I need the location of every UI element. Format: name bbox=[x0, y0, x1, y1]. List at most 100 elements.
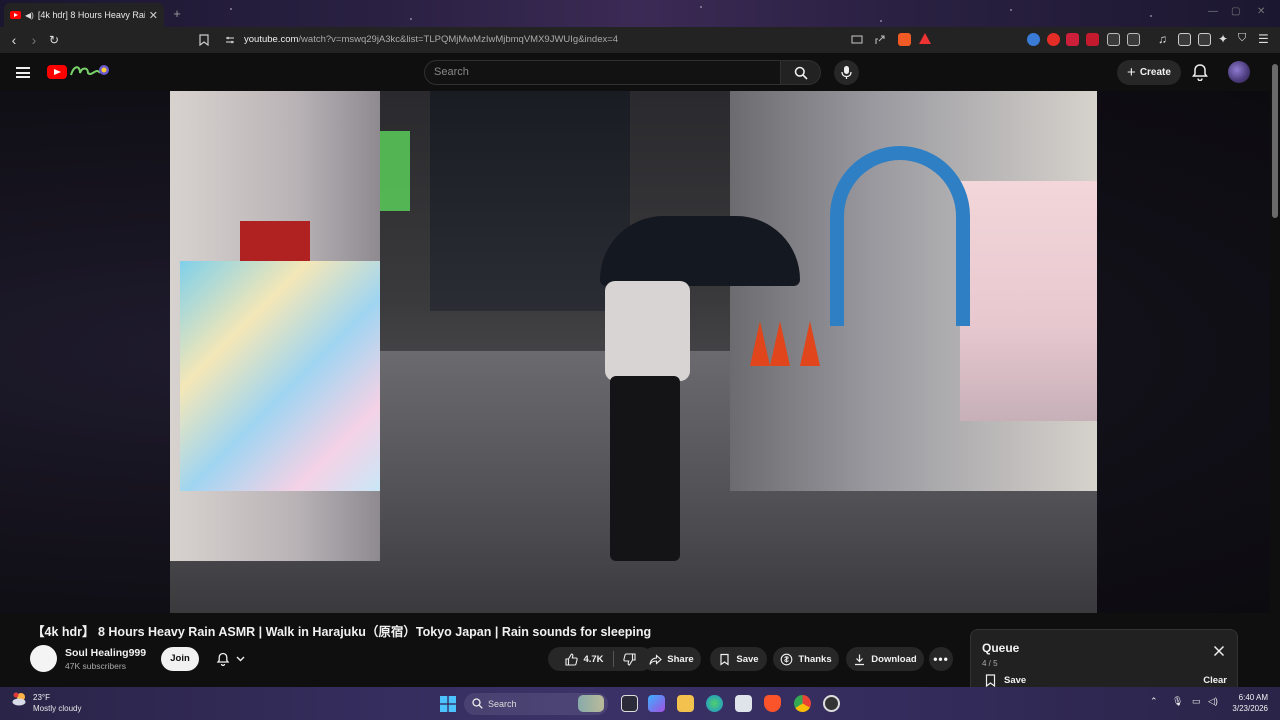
vpn-shield-icon[interactable]: ⛉ bbox=[1238, 32, 1246, 45]
screenshot-icon[interactable] bbox=[1127, 33, 1140, 46]
extension-1-icon[interactable] bbox=[1027, 33, 1040, 46]
brave-browser-icon[interactable] bbox=[764, 695, 781, 712]
join-button[interactable]: Join bbox=[161, 647, 199, 671]
video-frame-cone bbox=[800, 321, 820, 366]
like-dislike-group: 4.7K bbox=[548, 647, 653, 671]
thumbs-down-icon bbox=[622, 652, 636, 666]
guide-menu-icon[interactable] bbox=[16, 67, 30, 78]
search-input[interactable]: Search bbox=[424, 60, 781, 85]
save-label: Save bbox=[736, 653, 759, 665]
weather-temperature[interactable]: 23°F bbox=[33, 693, 50, 702]
speaker-icon[interactable]: ◀) bbox=[25, 11, 34, 20]
channel-avatar[interactable] bbox=[30, 645, 57, 672]
brave-rewards-icon[interactable] bbox=[919, 33, 931, 44]
url-field[interactable]: youtube.com/watch?v=mswq29jA3kc&list=TLP… bbox=[244, 34, 618, 45]
extension-2-icon[interactable] bbox=[1047, 33, 1060, 46]
brave-shields-icon[interactable] bbox=[898, 33, 911, 46]
queue-position: 4 / 5 bbox=[982, 659, 998, 668]
microsoft-store-icon[interactable] bbox=[735, 695, 752, 712]
address-bar-row: ‹ › ↻ youtube.com/watch?v=mswq29jA3kc&li… bbox=[0, 27, 1280, 53]
volume-tray-icon[interactable]: ◁) bbox=[1208, 696, 1218, 707]
display-tray-icon[interactable]: ▭ bbox=[1192, 696, 1201, 707]
save-button[interactable]: Save bbox=[710, 647, 767, 671]
back-icon[interactable]: ‹ bbox=[6, 32, 22, 48]
microphone-tray-icon[interactable]: 🎙︎ bbox=[1172, 696, 1183, 707]
tab-title: [4k hdr] 8 Hours Heavy Rain bbox=[37, 10, 145, 20]
queue-title: Queue bbox=[982, 641, 1020, 655]
close-window-icon[interactable]: ✕ bbox=[1257, 6, 1265, 17]
channel-name[interactable]: Soul Healing999 bbox=[65, 647, 146, 659]
doodle-logo-icon[interactable] bbox=[68, 61, 110, 81]
browser-menu-icon[interactable]: ☰ bbox=[1258, 32, 1269, 46]
search-highlight-icon[interactable] bbox=[578, 695, 604, 712]
voice-search-button[interactable] bbox=[834, 60, 859, 85]
video-frame-person bbox=[600, 281, 690, 561]
thanks-button[interactable]: Thanks bbox=[773, 647, 839, 671]
share-icon bbox=[649, 653, 663, 665]
search-icon bbox=[794, 66, 808, 80]
download-button[interactable]: Download bbox=[846, 647, 924, 671]
notifications-bell-icon[interactable] bbox=[1191, 63, 1209, 81]
like-count: 4.7K bbox=[583, 653, 604, 665]
thumbs-up-icon bbox=[565, 652, 579, 666]
video-frame-cone bbox=[770, 321, 790, 366]
windows-start-icon[interactable] bbox=[440, 696, 456, 712]
subscriber-count: 47K subscribers bbox=[65, 661, 126, 671]
more-horizontal-icon: ••• bbox=[933, 652, 949, 666]
search-button[interactable] bbox=[781, 60, 821, 85]
tray-overflow-icon[interactable]: ⌃ bbox=[1150, 696, 1158, 707]
media-controls-icon[interactable]: ♫ bbox=[1158, 32, 1167, 46]
close-queue-icon[interactable] bbox=[1213, 645, 1225, 657]
extension-4-icon[interactable] bbox=[1086, 33, 1099, 46]
dislike-button[interactable] bbox=[614, 647, 645, 671]
share-page-icon[interactable] bbox=[874, 34, 886, 46]
page-scrollbar-thumb[interactable] bbox=[1272, 64, 1278, 218]
reload-icon[interactable]: ↻ bbox=[46, 32, 62, 48]
taskbar-clock-time[interactable]: 6:40 AM bbox=[1222, 693, 1268, 702]
obs-studio-icon[interactable] bbox=[823, 695, 840, 712]
url-path: /watch?v=mswq29jA3kc&list=TLPQMjMwMzIwMj… bbox=[298, 34, 619, 45]
edge-browser-icon[interactable] bbox=[706, 695, 723, 712]
cast-icon[interactable] bbox=[851, 35, 863, 45]
new-tab-button[interactable]: + bbox=[168, 5, 186, 23]
task-view-icon[interactable] bbox=[621, 695, 638, 712]
save-icon bbox=[720, 653, 730, 666]
weather-description[interactable]: Mostly cloudy bbox=[33, 704, 81, 713]
wallet-icon[interactable] bbox=[1198, 33, 1211, 46]
forward-icon[interactable]: › bbox=[26, 32, 42, 48]
video-frame-welcome-arch bbox=[830, 146, 970, 326]
like-button[interactable]: 4.7K bbox=[556, 647, 612, 671]
queue-save-button[interactable]: Save bbox=[985, 674, 1026, 687]
subscription-notifications-button[interactable] bbox=[207, 647, 253, 671]
queue-clear-button[interactable]: Clear bbox=[1203, 675, 1227, 686]
copilot-icon[interactable] bbox=[648, 695, 665, 712]
download-icon bbox=[855, 654, 865, 665]
more-actions-button[interactable]: ••• bbox=[929, 647, 953, 671]
site-settings-icon[interactable] bbox=[225, 35, 235, 45]
tab-close-icon[interactable]: ✕ bbox=[149, 9, 158, 22]
minimize-icon[interactable]: — bbox=[1208, 6, 1218, 17]
chrome-browser-icon[interactable] bbox=[794, 695, 811, 712]
file-explorer-icon[interactable] bbox=[677, 695, 694, 712]
youtube-favicon-icon bbox=[10, 11, 21, 19]
bookmark-icon[interactable] bbox=[199, 34, 209, 46]
create-button[interactable]: + Create bbox=[1117, 60, 1181, 85]
share-button[interactable]: Share bbox=[642, 647, 701, 671]
leo-ai-icon[interactable]: ✦ bbox=[1218, 32, 1228, 46]
account-avatar[interactable] bbox=[1228, 61, 1250, 83]
youtube-logo-icon[interactable] bbox=[47, 65, 67, 79]
video-player[interactable] bbox=[170, 91, 1097, 613]
browser-tab-active[interactable]: ◀) [4k hdr] 8 Hours Heavy Rain ✕ bbox=[4, 3, 164, 27]
sidebar-toggle-icon[interactable] bbox=[1178, 33, 1191, 46]
queue-save-label: Save bbox=[1004, 675, 1027, 686]
extension-3-icon[interactable] bbox=[1066, 33, 1079, 46]
video-frame-cone bbox=[750, 321, 770, 366]
thanks-label: Thanks bbox=[798, 653, 832, 665]
maximize-icon[interactable]: ▢ bbox=[1231, 6, 1240, 17]
download-label: Download bbox=[871, 653, 917, 665]
url-host: youtube.com bbox=[244, 34, 299, 45]
extensions-puzzle-icon[interactable] bbox=[1107, 33, 1120, 46]
taskbar-clock-date[interactable]: 3/23/2026 bbox=[1222, 704, 1268, 713]
video-frame-store bbox=[960, 181, 1097, 421]
weather-cloud-icon[interactable] bbox=[12, 692, 28, 706]
